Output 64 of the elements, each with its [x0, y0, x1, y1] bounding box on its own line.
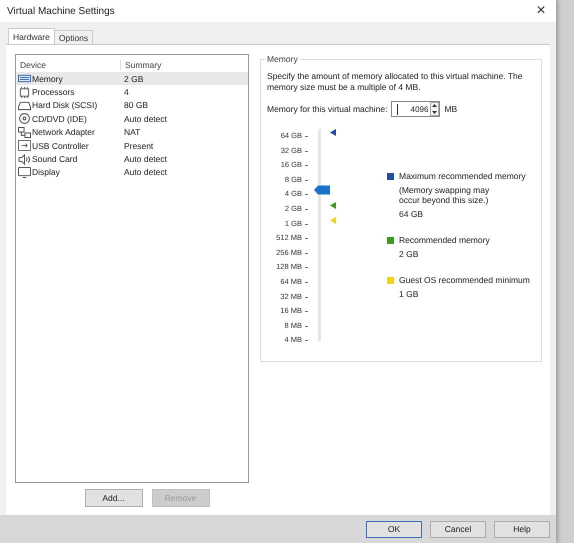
device-summary: 4 [123, 87, 130, 98]
device-summary: Auto detect [123, 114, 168, 124]
tick-mark [305, 252, 308, 254]
tab[interactable]: Options [54, 30, 94, 44]
tick-mark [305, 311, 308, 312]
device-name: Display [32, 167, 60, 178]
tick-mark [305, 208, 308, 210]
device-row[interactable]: Network Adapter NAT [16, 126, 248, 139]
tick-mark [305, 282, 308, 283]
memory-input[interactable]: 4096 [391, 101, 440, 117]
legend-label: Recommended memory [399, 235, 490, 245]
legend-value: 2 GB [399, 249, 420, 259]
legend-value: 64 GB [399, 209, 424, 219]
monitor-icon [18, 166, 31, 178]
legend-label: Guest OS recommended minimum [399, 275, 530, 285]
device-name: Processors [32, 87, 75, 98]
tick-mark [305, 136, 308, 137]
device-row[interactable]: CD/DVD (IDE) Auto detect [16, 112, 248, 126]
device-name: Memory [32, 74, 63, 84]
device-summary: Auto detect [123, 167, 168, 178]
speaker-icon [18, 154, 31, 165]
tab[interactable]: Hardware [8, 28, 55, 44]
cancel-button[interactable]: Cancel [430, 520, 486, 538]
device-name: Network Adapter [32, 127, 95, 138]
legend-note: (Memory swapping may occur beyond this size.) [399, 185, 490, 205]
drive-icon [18, 100, 31, 111]
network-icon [18, 126, 31, 138]
spinner-arrows-icon[interactable] [430, 102, 440, 116]
device-row[interactable]: Display Auto detect [16, 166, 248, 180]
device-row[interactable]: Hard Disk (SCSI) 80 GB [16, 98, 248, 112]
usb-icon [18, 140, 31, 152]
device-row[interactable]: USB Controller Present [16, 138, 248, 152]
help-button[interactable]: Help [494, 520, 550, 538]
memory-icon [18, 73, 31, 84]
add-button[interactable]: Add... [84, 489, 142, 507]
device-summary: NAT [123, 127, 142, 138]
device-row[interactable]: Sound Card Auto detect [16, 152, 248, 166]
chip-icon [18, 86, 31, 98]
window-title: Virtual Machine Settings [7, 6, 115, 16]
column-header[interactable]: Summary [121, 60, 248, 70]
device-name: CD/DVD (IDE) [32, 114, 87, 124]
device-summary: Present [123, 140, 154, 151]
close-button[interactable]: × [526, 0, 556, 22]
device-name: Hard Disk (SCSI) [32, 100, 98, 110]
tick-mark [305, 180, 308, 181]
device-summary: 2 GB [123, 74, 144, 84]
unit-label: MB [444, 104, 458, 114]
tick-mark [305, 165, 308, 166]
column-header[interactable]: Device [16, 60, 121, 70]
legend-label: Maximum recommended memory [399, 171, 526, 181]
disc-icon [18, 113, 31, 124]
field-label: Memory for this virtual machine: [267, 104, 388, 114]
group-title: Memory [265, 54, 300, 64]
description-text: Specify the amount of memory allocated to this virtual machine. The memory size must be a multiple of 4 MB. [267, 71, 524, 93]
device-summary: 80 GB [123, 100, 150, 110]
ok-button[interactable]: OK [366, 520, 422, 538]
device-row[interactable]: Memory 2 GB [16, 72, 248, 86]
device-name: Sound Card [32, 154, 78, 164]
device-name: USB Controller [32, 140, 89, 151]
tick-mark [305, 238, 308, 240]
legend-value: 1 GB [399, 289, 420, 299]
slider-thumb[interactable] [314, 185, 330, 196]
device-summary: Auto detect [123, 154, 168, 164]
device-row[interactable]: Processors 4 [16, 85, 248, 99]
